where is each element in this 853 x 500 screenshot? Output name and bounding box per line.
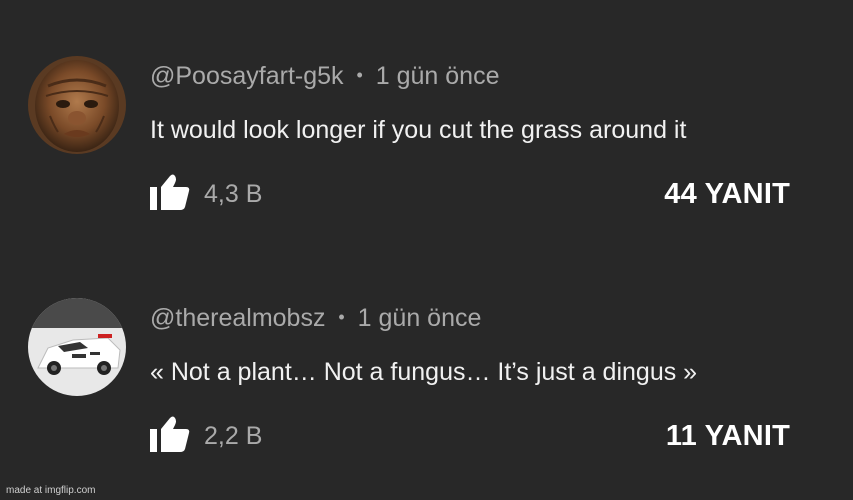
comment-item: @therealmobsz • 1 gün önce « Not a plant… [0, 242, 853, 482]
comment-username[interactable]: @therealmobsz [150, 304, 325, 332]
avatar-image [28, 56, 126, 154]
separator: • [338, 307, 345, 327]
comment-time: 1 gün önce [375, 62, 500, 90]
comment-username[interactable]: @Poosayfart-g5k [150, 62, 344, 90]
comment-meta: @therealmobsz • 1 gün önce [150, 304, 481, 333]
comment-text: « Not a plant… Not a fungus… It’s just a… [150, 358, 698, 386]
avatar[interactable] [28, 298, 126, 396]
like-button[interactable] [148, 172, 192, 212]
comment-time: 1 gün önce [357, 304, 482, 332]
replies-button[interactable]: 44 YANIT [664, 178, 790, 211]
like-button[interactable] [148, 414, 192, 454]
comment-meta: @Poosayfart-g5k • 1 gün önce [150, 62, 499, 91]
avatar-image [28, 298, 126, 396]
comment-text: It would look longer if you cut the gras… [150, 116, 687, 144]
like-count: 2,2 B [204, 422, 263, 450]
avatar[interactable] [28, 56, 126, 154]
watermark: made at imgflip.com [6, 485, 96, 496]
thumbs-up-icon [150, 174, 190, 210]
separator: • [356, 65, 363, 85]
replies-button[interactable]: 11 YANIT [666, 420, 790, 453]
comment-item: @Poosayfart-g5k • 1 gün önce It would lo… [0, 0, 853, 240]
thumbs-up-icon [150, 416, 190, 452]
like-count: 4,3 B [204, 180, 263, 208]
